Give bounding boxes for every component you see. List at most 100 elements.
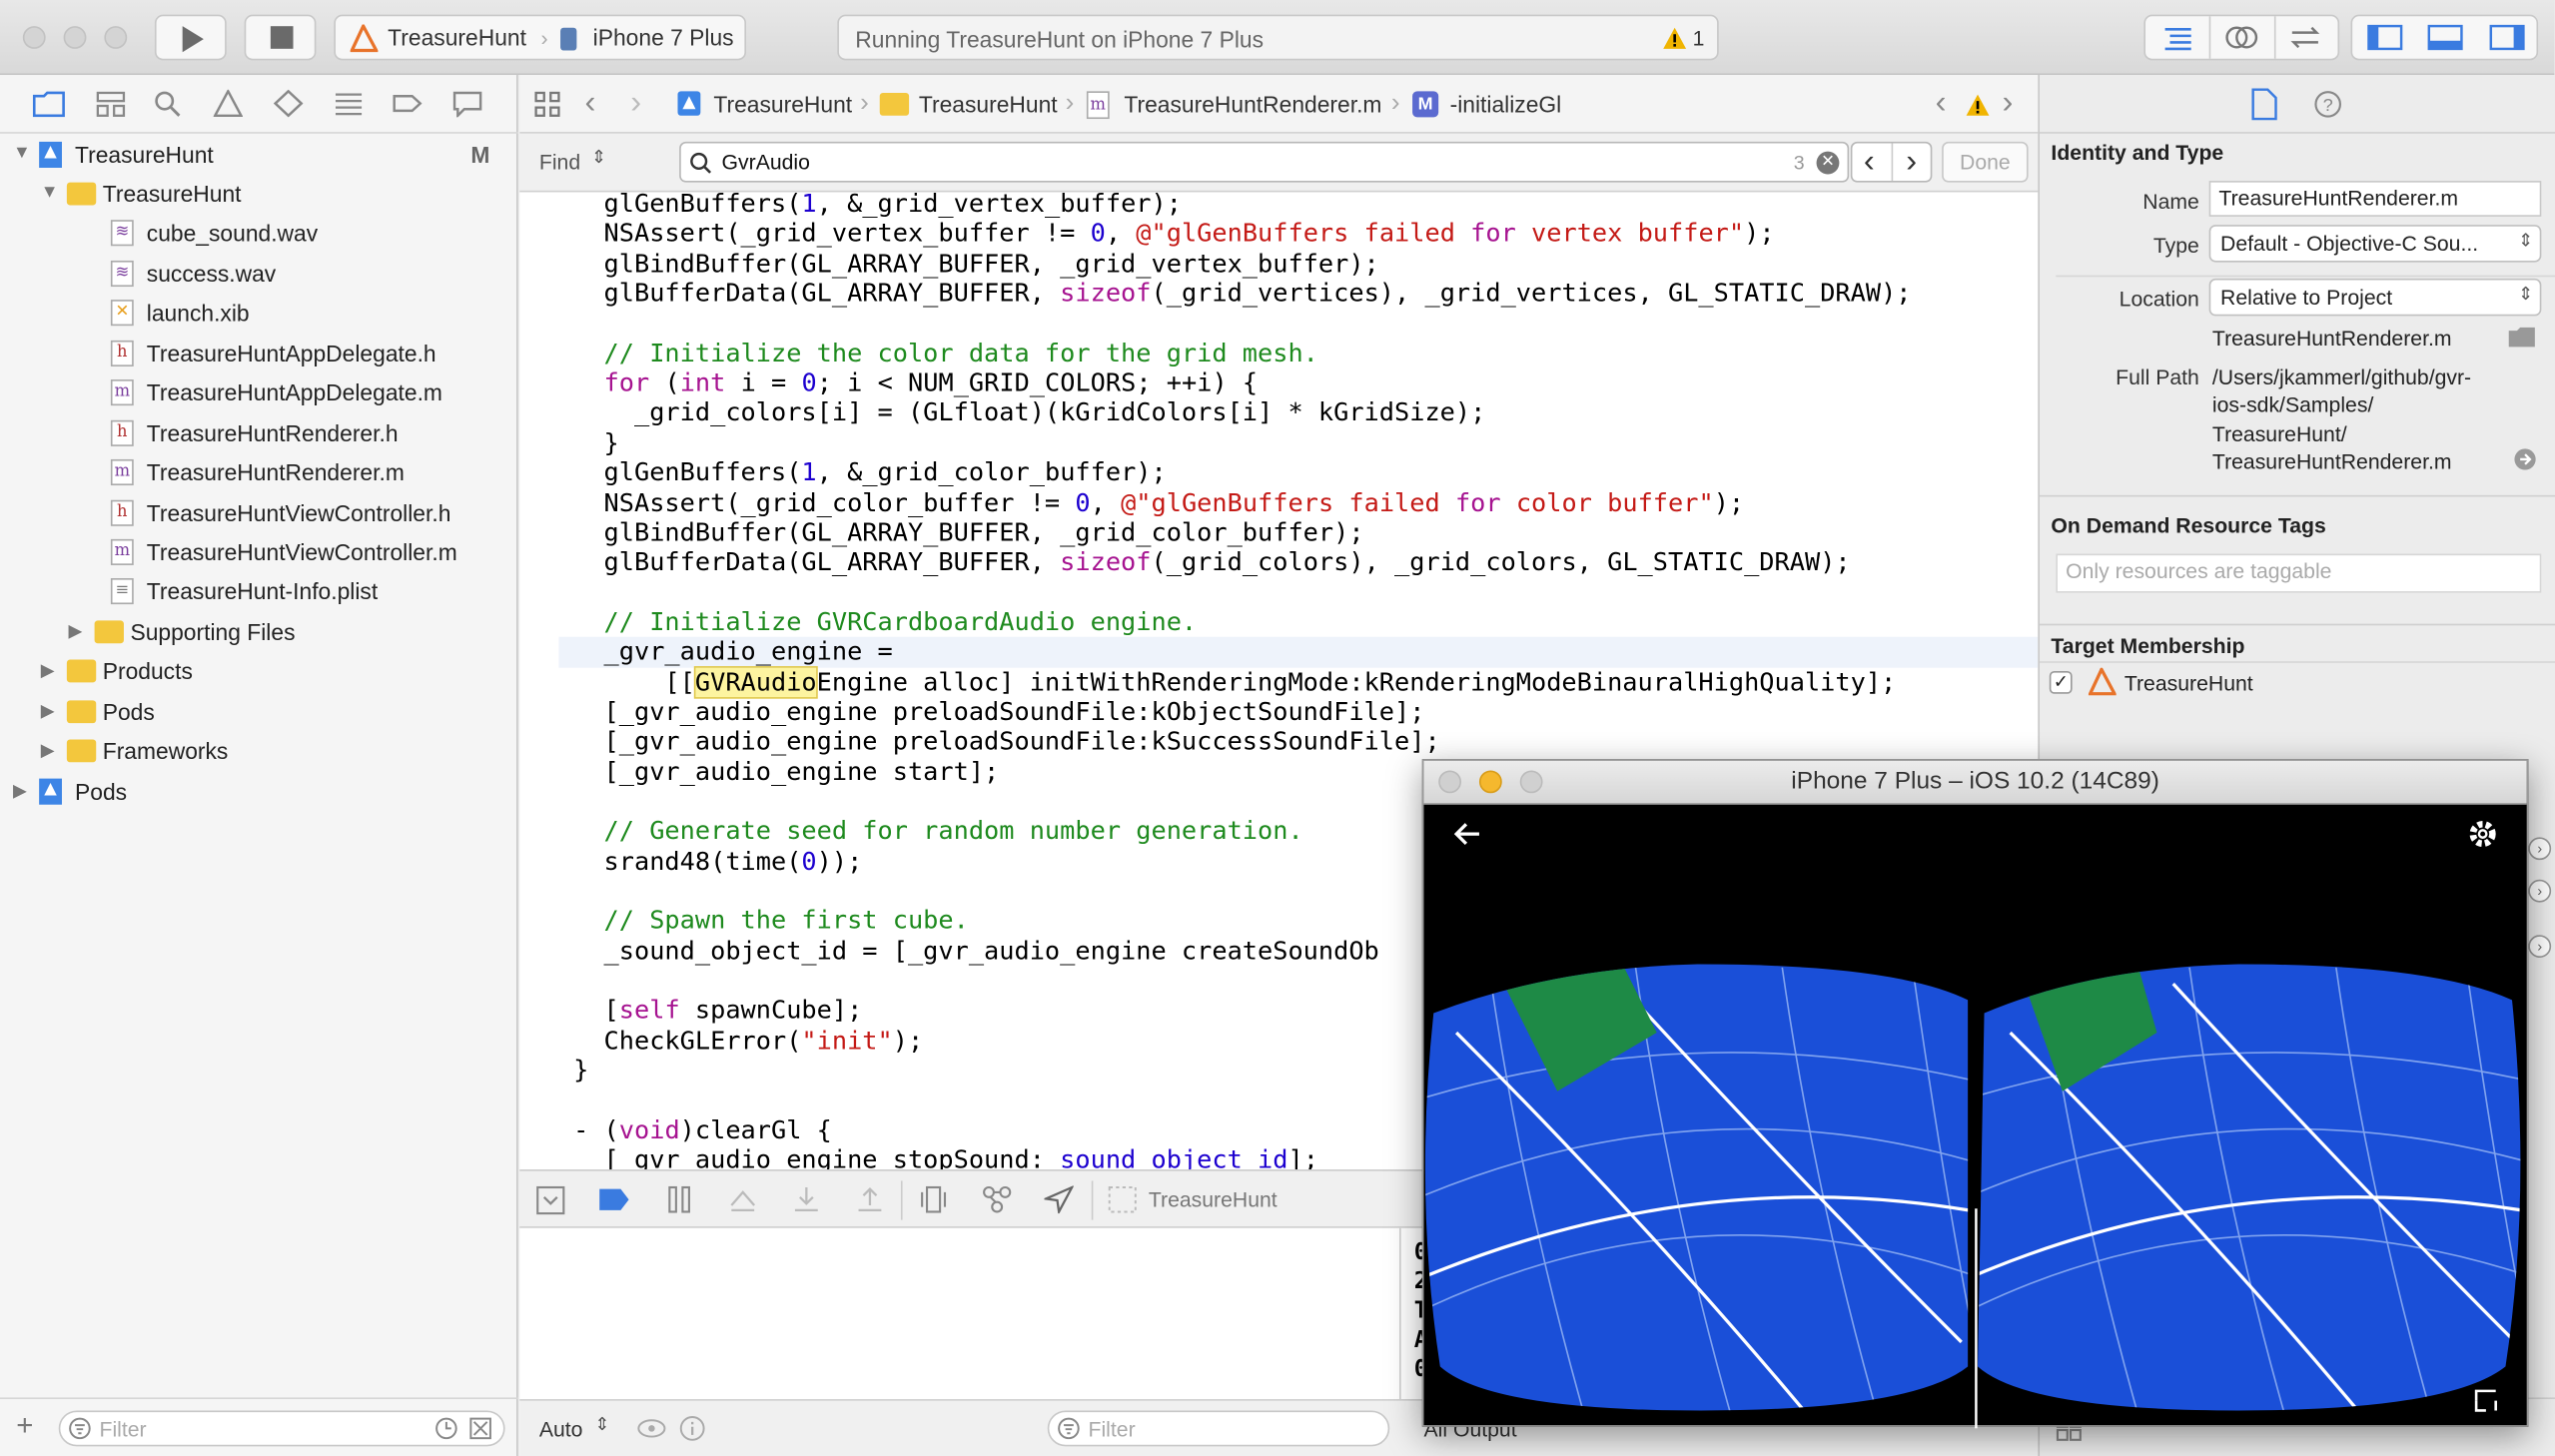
file-inspector-icon[interactable] bbox=[2251, 88, 2277, 121]
navigator-item[interactable]: ▼ TreasureHunt bbox=[0, 174, 518, 213]
forward-arrow-icon[interactable]: › bbox=[630, 85, 641, 123]
back-arrow-icon[interactable]: ‹ bbox=[585, 85, 596, 123]
hide-debug-area-icon[interactable] bbox=[536, 1185, 565, 1215]
disclosure-closed-icon[interactable]: ▶ bbox=[41, 660, 55, 682]
navigator-item[interactable]: h TreasureHuntRenderer.h bbox=[0, 413, 518, 452]
standard-editor-icon[interactable] bbox=[2161, 24, 2194, 51]
reveal-in-finder-icon[interactable] bbox=[2514, 448, 2537, 471]
test-navigator-icon[interactable] bbox=[274, 89, 304, 118]
fullscreen-icon[interactable] bbox=[2474, 1389, 2497, 1412]
run-button[interactable] bbox=[154, 14, 227, 61]
disclosure-closed-icon[interactable]: ▶ bbox=[41, 700, 55, 722]
assistant-editor-icon[interactable] bbox=[2225, 24, 2258, 50]
clear-search-icon[interactable]: ✕ bbox=[1816, 151, 1840, 175]
inspector-toggle-icon[interactable] bbox=[2489, 24, 2525, 51]
stop-button[interactable] bbox=[244, 14, 317, 61]
step-out-icon[interactable] bbox=[855, 1185, 884, 1213]
updown-chevron-icon: ⇕ bbox=[2518, 285, 2534, 305]
navigator-item[interactable]: ▶ Pods bbox=[0, 692, 518, 731]
version-editor-icon[interactable] bbox=[2289, 24, 2322, 50]
issue-navigator-icon[interactable] bbox=[213, 89, 244, 118]
target-membership-checkbox[interactable]: ✓ bbox=[2049, 670, 2073, 694]
navigator-item[interactable]: ≋ cube_sound.wav bbox=[0, 214, 518, 253]
done-button[interactable]: Done bbox=[1942, 141, 2029, 183]
navigator-item[interactable]: ▶ ▲ Pods bbox=[0, 772, 518, 811]
code-line: _grid_colors[i] = (GLfloat)(kGridColors[… bbox=[573, 397, 1486, 428]
debug-area-toggle-icon[interactable] bbox=[2427, 24, 2463, 51]
location-select[interactable]: Relative to Project ⇕ bbox=[2208, 278, 2542, 317]
next-match-icon[interactable]: › bbox=[1906, 144, 1917, 182]
memory-graph-icon[interactable] bbox=[982, 1185, 1015, 1213]
previous-issue-icon[interactable]: ‹ bbox=[1936, 85, 1947, 123]
navigator-item[interactable]: ≡ TreasureHunt-Info.plist bbox=[0, 572, 518, 611]
find-input[interactable]: GvrAudio 3 ✕ bbox=[679, 141, 1850, 183]
symbol-navigator-icon[interactable] bbox=[95, 90, 128, 118]
location-icon[interactable] bbox=[1044, 1185, 1074, 1214]
navigator-item[interactable]: ▶ Frameworks bbox=[0, 732, 518, 771]
view-hierarchy-icon[interactable] bbox=[919, 1185, 948, 1213]
chevron-right-icon[interactable]: › bbox=[2528, 935, 2552, 959]
help-icon[interactable]: ? bbox=[2313, 90, 2342, 119]
next-issue-icon[interactable]: › bbox=[2002, 85, 2013, 123]
navigator-toggle-icon[interactable] bbox=[2367, 24, 2403, 51]
disclosure-closed-icon[interactable]: ▶ bbox=[41, 740, 55, 762]
pause-icon[interactable] bbox=[666, 1185, 692, 1213]
navigator-item[interactable]: ▼ ▲ TreasureHunt M bbox=[0, 135, 518, 174]
navigator-item[interactable]: m TreasureHuntViewController.m bbox=[0, 532, 518, 571]
inspector-selector-bar: ? bbox=[2040, 75, 2555, 134]
tags-field[interactable]: Only resources are taggable bbox=[2056, 553, 2542, 593]
crumb-project[interactable]: TreasureHunt bbox=[713, 91, 852, 117]
code-line: for (int i = 0; i < NUM_GRID_COLORS; ++i… bbox=[603, 367, 1259, 398]
variables-filter-field[interactable]: Filter bbox=[1047, 1410, 1390, 1447]
info-icon[interactable] bbox=[679, 1415, 705, 1441]
find-mode-selector[interactable]: Find bbox=[539, 150, 580, 174]
search-icon[interactable] bbox=[153, 90, 182, 118]
back-arrow-icon[interactable] bbox=[1453, 823, 1479, 846]
disclosure-open-icon[interactable]: ▼ bbox=[13, 143, 31, 163]
navigator-item[interactable]: ✕ launch.xib bbox=[0, 294, 518, 333]
source-control-filter-icon[interactable] bbox=[469, 1417, 492, 1440]
type-select[interactable]: Default - Objective-C Sou... ⇕ bbox=[2208, 225, 2542, 263]
chevron-right-icon[interactable]: › bbox=[2528, 837, 2552, 861]
folder-navigator-icon[interactable] bbox=[32, 90, 66, 118]
navigator-item[interactable]: ▶ Products bbox=[0, 652, 518, 691]
disclosure-closed-icon[interactable]: ▶ bbox=[13, 780, 27, 801]
navigator-item[interactable]: ▶ Supporting Files bbox=[0, 612, 518, 651]
breakpoints-toggle-icon[interactable] bbox=[598, 1187, 631, 1211]
crumb-file[interactable]: TreasureHuntRenderer.m bbox=[1124, 91, 1381, 117]
disclosure-open-icon[interactable]: ▼ bbox=[41, 183, 59, 203]
scheme-selector[interactable]: TreasureHunt › iPhone 7 Plus bbox=[334, 14, 746, 61]
close-window-button[interactable] bbox=[22, 26, 46, 49]
breakpoint-navigator-icon[interactable] bbox=[393, 90, 423, 118]
warning-icon[interactable] bbox=[1662, 26, 1688, 50]
add-icon[interactable]: + bbox=[16, 1409, 33, 1443]
folder-reveal-icon[interactable] bbox=[2507, 326, 2536, 349]
navigator-item[interactable]: m TreasureHuntAppDelegate.m bbox=[0, 373, 518, 412]
recent-files-icon[interactable] bbox=[434, 1417, 457, 1440]
previous-match-icon[interactable]: ‹ bbox=[1864, 144, 1875, 182]
simulator-window[interactable]: iPhone 7 Plus – iOS 10.2 (14C89) bbox=[1421, 759, 2529, 1429]
name-field[interactable]: TreasureHuntRenderer.m bbox=[2208, 181, 2542, 217]
variables-scope-selector[interactable]: Auto bbox=[539, 1417, 583, 1441]
crumb-group[interactable]: TreasureHunt bbox=[919, 91, 1058, 117]
related-items-icon[interactable] bbox=[534, 91, 560, 117]
navigator-item[interactable]: m TreasureHuntRenderer.m bbox=[0, 453, 518, 492]
simulator-titlebar: iPhone 7 Plus – iOS 10.2 (14C89) bbox=[1423, 760, 2527, 805]
zoom-window-button[interactable] bbox=[104, 26, 128, 49]
navigator-item[interactable]: h TreasureHuntViewController.h bbox=[0, 492, 518, 531]
step-into-icon[interactable] bbox=[792, 1185, 821, 1213]
navigator-item[interactable]: ≋ success.wav bbox=[0, 254, 518, 293]
eye-icon[interactable] bbox=[637, 1417, 666, 1440]
disclosure-closed-icon[interactable]: ▶ bbox=[69, 620, 83, 642]
vr-viewport[interactable] bbox=[1423, 805, 2526, 1429]
navigator-filter-field[interactable]: Filter bbox=[58, 1410, 505, 1447]
gear-icon[interactable] bbox=[2469, 821, 2496, 848]
debug-navigator-icon[interactable] bbox=[334, 90, 363, 118]
step-over-icon[interactable] bbox=[728, 1185, 757, 1213]
warning-icon[interactable] bbox=[1965, 93, 1991, 117]
report-navigator-icon[interactable] bbox=[452, 90, 482, 118]
minimize-window-button[interactable] bbox=[63, 26, 87, 49]
chevron-right-icon[interactable]: › bbox=[2528, 879, 2552, 903]
navigator-item[interactable]: h TreasureHuntAppDelegate.h bbox=[0, 334, 518, 372]
crumb-method[interactable]: -initializeGl bbox=[1450, 91, 1562, 117]
